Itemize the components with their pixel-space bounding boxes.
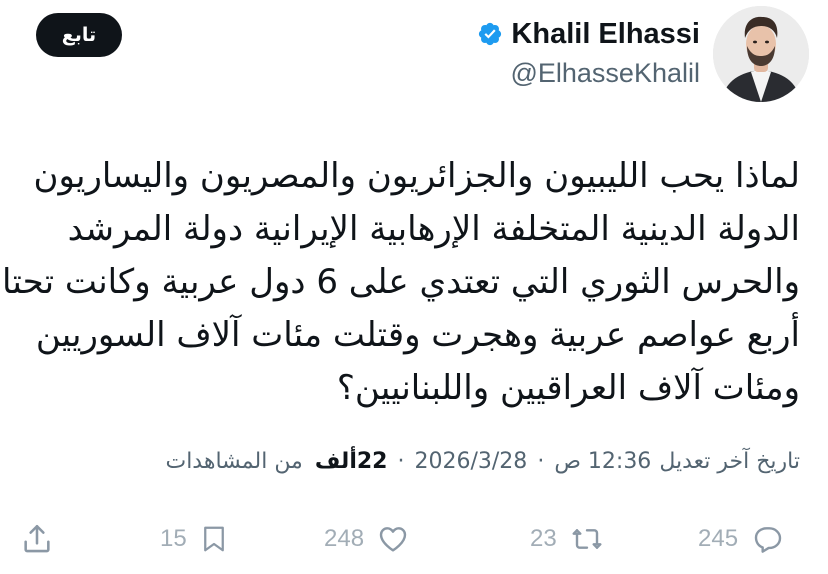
reply-count: 245 (698, 525, 739, 552)
edited-label[interactable]: تاريخ آخر تعديل (659, 449, 800, 474)
share-button[interactable] (20, 521, 54, 557)
avatar[interactable] (713, 6, 809, 102)
reply-button[interactable]: 245 (698, 521, 786, 557)
tweet-text-line: ومئات آلاف العراقيين واللبنانيين؟ (336, 368, 800, 408)
follow-button[interactable]: تابع (36, 13, 122, 57)
like-button[interactable]: 248 (324, 521, 410, 557)
bookmark-button[interactable]: 15 (160, 521, 229, 557)
heart-icon (376, 523, 410, 555)
like-count: 248 (324, 525, 365, 552)
tweet-date[interactable]: 2026/3/28 (415, 449, 528, 474)
meta-separator: · (537, 449, 545, 474)
repost-icon (569, 523, 605, 555)
views-label: من المشاهدات (165, 449, 303, 474)
tweet-time[interactable]: 12:36 ص (554, 449, 651, 474)
tweet-text-line: والحرس الثوري التي تعتدي على 6 دول عربية… (2, 262, 800, 302)
verified-badge-icon (477, 21, 503, 47)
tweet-text-line: أربع عواصم عربية وهجرت وقتلت مئات آلاف ا… (35, 315, 800, 355)
tweet-text: لماذا يحب الليبيون والجزائريون والمصريون… (2, 150, 800, 415)
repost-button[interactable]: 23 (530, 521, 605, 557)
author-handle[interactable]: @ElhasseKhalil (510, 58, 700, 89)
reply-icon (750, 523, 786, 555)
bookmark-count: 15 (160, 525, 187, 552)
tweet-card: تابع Khalil Elhassi @ElhasseKhalil لماذا… (0, 0, 828, 574)
tweet-meta: تاريخ آخر تعديل 12:36 ص · 2026/3/28 · 22… (165, 449, 800, 474)
tweet-text-line: لماذا يحب الليبيون والجزائريون والمصريون… (33, 156, 800, 196)
action-bar: 15 248 23 245 (0, 515, 828, 565)
author-name-row[interactable]: Khalil Elhassi (477, 16, 700, 52)
tweet-text-line: الدولة الدينية المتخلفة الإرهابية الإيرا… (67, 209, 800, 249)
share-icon (20, 522, 54, 556)
author-display-name[interactable]: Khalil Elhassi (511, 18, 700, 51)
views-unit: ألف (314, 449, 357, 474)
meta-separator: · (397, 449, 405, 474)
views-count[interactable]: 22 (357, 449, 388, 474)
bookmark-icon (199, 523, 229, 555)
repost-count: 23 (530, 525, 557, 552)
